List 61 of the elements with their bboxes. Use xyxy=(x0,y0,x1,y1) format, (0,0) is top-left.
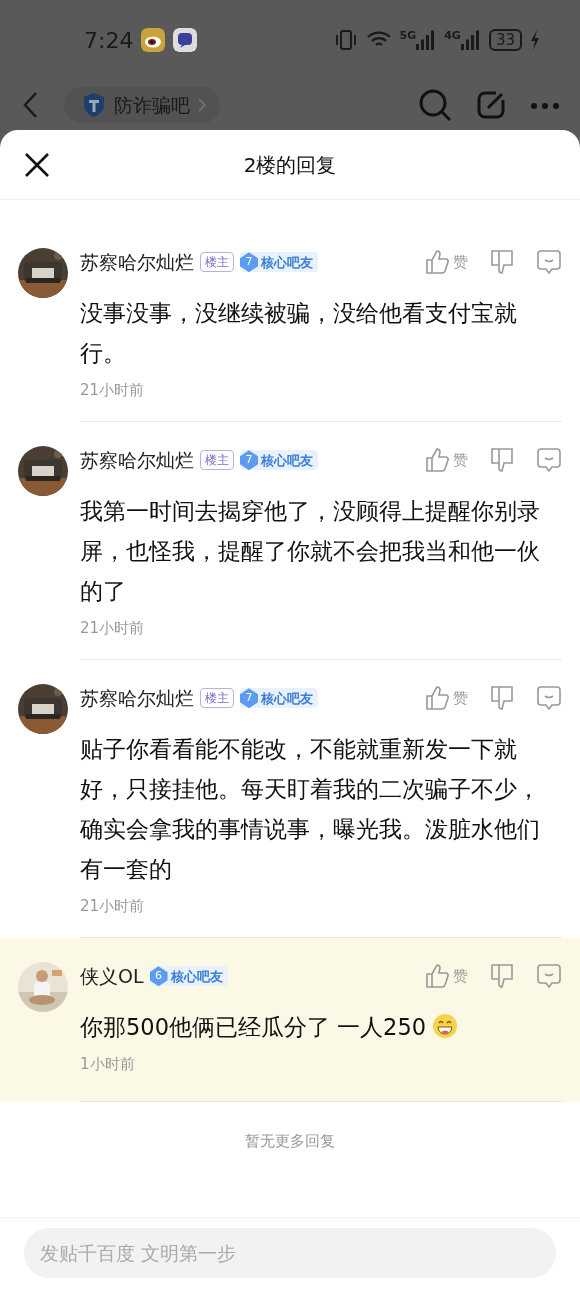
timestamp: 21小时前 xyxy=(80,895,146,917)
more-icon xyxy=(530,101,560,110)
dislike-button[interactable] xyxy=(490,249,514,276)
reply-text: 你那500他俩已经瓜分了 一人250 xyxy=(80,1006,550,1047)
eye-app-icon xyxy=(141,28,166,52)
chevron-right-icon xyxy=(198,98,206,112)
username[interactable]: 侠义OL xyxy=(80,962,144,991)
dislike-button[interactable] xyxy=(490,447,514,474)
battery-indicator: 33 xyxy=(488,29,522,51)
like-button[interactable]: 赞 xyxy=(425,685,468,712)
rank-label: 核心吧友 xyxy=(261,689,313,708)
charging-icon xyxy=(530,30,540,50)
chat-app-icon xyxy=(173,28,198,52)
signal-icon xyxy=(416,30,437,50)
rank-label: 核心吧友 xyxy=(261,451,313,470)
username[interactable]: 苏察哈尔灿烂 xyxy=(80,446,194,475)
username[interactable]: 苏察哈尔灿烂 xyxy=(80,248,194,277)
level-badge: 7 xyxy=(240,252,258,273)
status-time: 7:24 xyxy=(84,26,134,55)
sheet-title: 2楼的回复 xyxy=(243,151,337,179)
level-badge: 7 xyxy=(240,688,258,709)
forum-link[interactable]: 防诈骗吧 xyxy=(64,86,220,124)
rank-label: 核心吧友 xyxy=(170,967,223,986)
level-badge: 7 xyxy=(240,450,258,471)
grin-emoji-icon xyxy=(432,1012,459,1039)
search-button[interactable] xyxy=(418,88,452,122)
network-type-label: 5G xyxy=(399,30,417,42)
owner-tag: 楼主 xyxy=(200,252,234,273)
rank-label: 核心吧友 xyxy=(261,253,313,272)
owner-tag: 楼主 xyxy=(200,688,234,709)
edit-button[interactable] xyxy=(476,90,506,120)
network-type-label: 4G xyxy=(444,30,461,42)
timestamp: 21小时前 xyxy=(80,617,146,639)
close-button[interactable] xyxy=(24,152,50,178)
thumbs-up-icon xyxy=(425,963,449,990)
dislike-button[interactable] xyxy=(490,685,514,712)
reply-button[interactable] xyxy=(536,963,562,990)
reply-input-field[interactable]: 发贴千百度 文明第一步 xyxy=(24,1228,556,1278)
owner-tag: 楼主 xyxy=(200,450,234,471)
end-of-replies-note: 暂无更多回复 xyxy=(244,1131,336,1152)
thumbs-up-icon xyxy=(425,447,449,474)
like-button[interactable]: 赞 xyxy=(425,249,468,276)
username[interactable]: 苏察哈尔灿烂 xyxy=(80,684,194,713)
like-button[interactable]: 赞 xyxy=(425,963,468,990)
reply-text: 没事没事，没继续被骗，没给他看支付宝就行。 xyxy=(80,298,518,368)
forum-name: 防诈骗吧 xyxy=(114,92,190,118)
timestamp: 21小时前 xyxy=(80,379,146,401)
shield-icon xyxy=(82,92,106,118)
reply-button[interactable] xyxy=(536,685,562,712)
dislike-button[interactable] xyxy=(490,963,514,990)
reply-button[interactable] xyxy=(536,249,562,276)
reply-button[interactable] xyxy=(536,447,562,474)
vibrate-icon xyxy=(333,29,358,51)
reply-text: 我第一时间去揭穿他了，没顾得上提醒你别录屏，也怪我，提醒了你就不会把我当和他一伙的了 xyxy=(80,496,541,606)
thumbs-up-icon xyxy=(425,249,449,276)
level-badge: 6 xyxy=(149,966,168,987)
like-button[interactable]: 赞 xyxy=(425,447,468,474)
signal-icon xyxy=(460,30,481,50)
timestamp: 1小时前 xyxy=(80,1053,136,1075)
reply-text: 贴子你看看能不能改，不能就重新发一下就好，只接挂他。每天盯着我的二次骗子不少，确实会拿我的事情说事，曝光我。泼脏水他们有一套的 xyxy=(80,734,541,884)
thumbs-up-icon xyxy=(425,685,449,712)
